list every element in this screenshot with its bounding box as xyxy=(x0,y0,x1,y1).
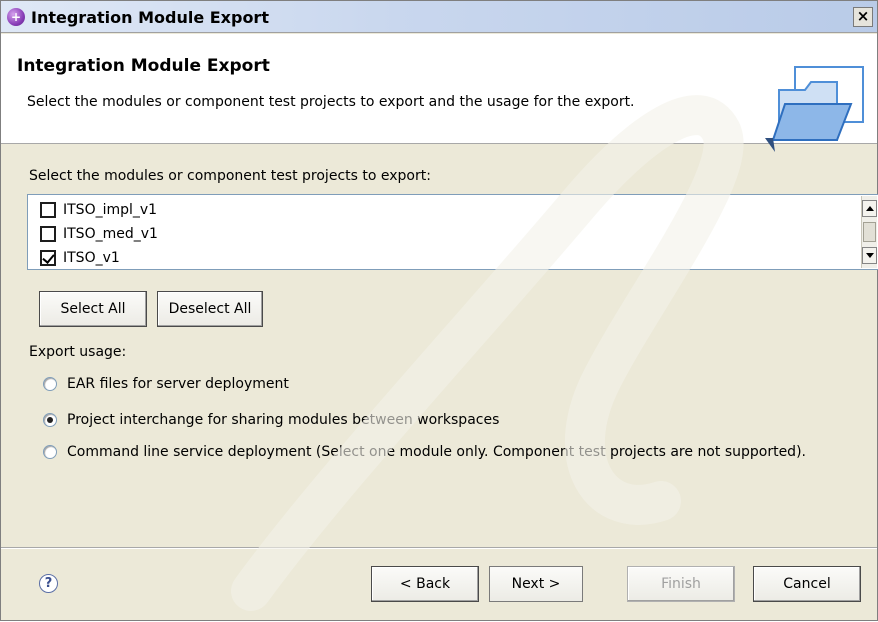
page-title: Integration Module Export xyxy=(17,56,270,76)
help-icon[interactable]: ? xyxy=(39,574,58,593)
ear-radio[interactable] xyxy=(43,377,57,391)
usage-option-interchange[interactable]: Project interchange for sharing modules … xyxy=(43,410,499,430)
interchange-radio[interactable] xyxy=(43,413,57,427)
back-button[interactable]: < Back xyxy=(371,566,479,602)
list-scrollbar[interactable] xyxy=(861,196,877,268)
command-line-label: Command line service deployment (Select … xyxy=(67,444,806,460)
modules-list[interactable]: ITSO_impl_v1 ITSO_med_v1 ITSO_v1 xyxy=(27,194,878,270)
module-checkbox[interactable] xyxy=(40,226,56,242)
export-usage-label: Export usage: xyxy=(29,344,127,360)
module-label: ITSO_med_v1 xyxy=(63,226,158,242)
modules-label: Select the modules or component test pro… xyxy=(29,168,431,184)
list-item[interactable]: ITSO_v1 xyxy=(40,247,120,269)
export-dialog: + Integration Module Export × Integratio… xyxy=(0,0,878,621)
command-line-radio[interactable] xyxy=(43,445,57,459)
integration-module-icon: + xyxy=(7,8,25,26)
wizard-header: Integration Module Export Select the mod… xyxy=(1,34,877,152)
select-all-button[interactable]: Select All xyxy=(39,291,147,327)
title-bar[interactable]: + Integration Module Export × xyxy=(1,1,877,33)
close-button[interactable]: × xyxy=(853,7,873,27)
scroll-up-button[interactable] xyxy=(862,200,877,217)
window-title: Integration Module Export xyxy=(31,8,269,27)
deselect-all-button[interactable]: Deselect All xyxy=(157,291,263,327)
module-label: ITSO_v1 xyxy=(63,250,120,266)
scroll-down-button[interactable] xyxy=(862,247,877,264)
list-item[interactable]: ITSO_impl_v1 xyxy=(40,199,157,221)
module-checkbox[interactable] xyxy=(40,250,56,266)
cancel-button[interactable]: Cancel xyxy=(753,566,861,602)
interchange-label: Project interchange for sharing modules … xyxy=(67,412,500,428)
module-checkbox[interactable] xyxy=(40,202,56,218)
next-button[interactable]: Next > xyxy=(489,566,583,602)
page-description: Select the modules or component test pro… xyxy=(27,94,635,110)
footer-divider xyxy=(1,547,877,549)
ear-label: EAR files for server deployment xyxy=(67,376,289,392)
usage-option-command-line[interactable]: Command line service deployment (Select … xyxy=(43,442,806,462)
finish-button[interactable]: Finish xyxy=(627,566,735,602)
list-item[interactable]: ITSO_med_v1 xyxy=(40,223,158,245)
scroll-thumb[interactable] xyxy=(863,222,876,242)
open-folder-icon xyxy=(765,66,864,152)
usage-option-ear[interactable]: EAR files for server deployment xyxy=(43,374,289,394)
module-label: ITSO_impl_v1 xyxy=(63,202,158,218)
